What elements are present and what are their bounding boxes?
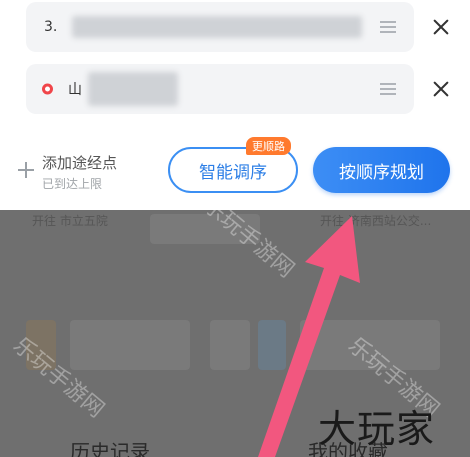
pointer-arrow-icon (258, 216, 360, 457)
brand-logo: 大玩家 (318, 407, 436, 451)
